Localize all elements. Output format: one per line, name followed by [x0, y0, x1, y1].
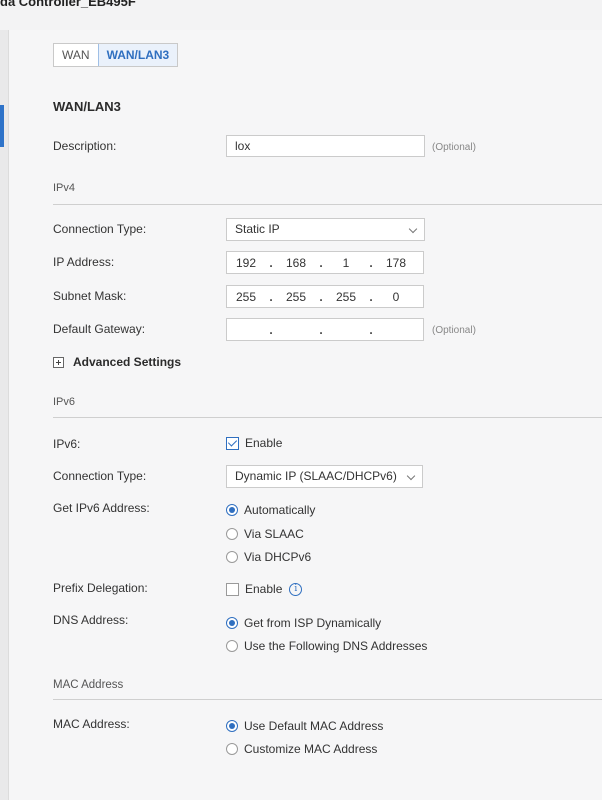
get-ipv6-option-automatically[interactable]: Automatically [226, 503, 315, 517]
prefix-delegation-label: Prefix Delegation: [53, 581, 148, 595]
chevron-down-icon [408, 224, 418, 234]
ipv6-enable-checkbox-label: Enable [245, 436, 283, 450]
dot-separator: . [269, 289, 273, 304]
ip-address-octet-3[interactable]: 1 [327, 256, 365, 270]
ipv6-connection-type-value: Dynamic IP (SLAAC/DHCPv6) [235, 469, 397, 483]
advanced-settings-label: Advanced Settings [73, 355, 182, 369]
radio-unselected-icon [226, 551, 238, 563]
dot-separator: . [369, 322, 373, 337]
default-gateway-input: . . . [226, 318, 424, 341]
subnet-mask-octet-2[interactable]: 255 [277, 290, 315, 304]
mac-option-label: Customize MAC Address [244, 742, 378, 756]
mac-address-label: MAC Address: [53, 717, 130, 731]
radio-unselected-icon [226, 528, 238, 540]
ipv6-connection-type-label: Connection Type: [53, 469, 147, 483]
dot-separator: . [269, 322, 273, 337]
checkbox-checked-icon [226, 436, 239, 450]
window-title: da Controller_EB495F [0, 0, 136, 9]
ipv6-enable-checkbox[interactable]: Enable [226, 436, 282, 450]
description-optional-hint: (Optional) [432, 142, 476, 153]
dns-option-isp-dynamic[interactable]: Get from ISP Dynamically [226, 616, 381, 630]
checkbox-unchecked-icon [226, 582, 239, 596]
section-title: WAN/LAN3 [53, 99, 121, 114]
dns-option-label: Get from ISP Dynamically [244, 616, 382, 630]
ipv6-divider [53, 417, 602, 418]
dns-option-label: Use the Following DNS Addresses [244, 639, 428, 653]
dot-separator: . [369, 289, 373, 304]
chevron-down-icon [406, 471, 416, 481]
dot-separator: . [319, 255, 323, 270]
description-label: Description: [53, 139, 117, 153]
advanced-settings-toggle[interactable]: Advanced Settings [53, 355, 181, 369]
mac-option-label: Use Default MAC Address [244, 719, 384, 733]
ip-address-octet-1[interactable]: 192 [227, 256, 265, 270]
radio-unselected-icon [226, 743, 238, 755]
subnet-mask-octet-4[interactable]: 0 [377, 290, 415, 304]
dns-option-manual[interactable]: Use the Following DNS Addresses [226, 639, 427, 653]
radio-unselected-icon [226, 640, 238, 652]
description-input[interactable]: lox [226, 135, 425, 157]
prefix-delegation-checkbox-label: Enable [245, 582, 283, 596]
dot-separator: . [319, 289, 323, 304]
get-ipv6-address-label: Get IPv6 Address: [53, 501, 150, 515]
get-ipv6-option-label: Via SLAAC [244, 527, 304, 541]
ipv6-group-label: IPv6 [53, 396, 76, 408]
ipv4-group-label: IPv4 [53, 182, 76, 194]
get-ipv6-option-slaac[interactable]: Via SLAAC [226, 527, 304, 541]
mac-divider [53, 699, 602, 700]
mac-option-default[interactable]: Use Default MAC Address [226, 719, 383, 733]
radio-selected-icon [226, 504, 238, 516]
subnet-mask-octet-1[interactable]: 255 [227, 290, 265, 304]
default-gateway-optional-hint: (Optional) [432, 325, 476, 336]
dot-separator: . [369, 255, 373, 270]
ip-address-input: 192. 168. 1. 178 [226, 251, 424, 274]
ipv4-connection-type-select[interactable]: Static IP [226, 218, 425, 241]
get-ipv6-option-label: Automatically [244, 503, 316, 517]
dot-separator: . [319, 322, 323, 337]
expand-plus-icon [53, 356, 64, 368]
tab-wan[interactable]: WAN [54, 44, 98, 66]
ipv4-connection-type-label: Connection Type: [53, 222, 147, 236]
ipv6-enable-label: IPv6: [53, 437, 81, 451]
subnet-mask-octet-3[interactable]: 255 [327, 290, 365, 304]
dot-separator: . [269, 255, 273, 270]
port-tabs: WAN WAN/LAN3 [53, 43, 179, 67]
radio-selected-icon [226, 617, 238, 629]
radio-selected-icon [226, 720, 238, 732]
get-ipv6-option-dhcpv6[interactable]: Via DHCPv6 [226, 550, 311, 564]
default-gateway-label: Default Gateway: [53, 322, 146, 336]
ipv4-divider [53, 204, 602, 205]
subnet-mask-input: 255. 255. 255. 0 [226, 285, 424, 308]
get-ipv6-option-label: Via DHCPv6 [244, 550, 312, 564]
subnet-mask-label: Subnet Mask: [53, 289, 127, 303]
nav-active-indicator [0, 105, 4, 147]
ipv4-connection-type-value: Static IP [235, 222, 280, 236]
dns-address-label: DNS Address: [53, 613, 129, 627]
ip-address-octet-4[interactable]: 178 [377, 256, 415, 270]
ipv6-connection-type-select[interactable]: Dynamic IP (SLAAC/DHCPv6) [226, 465, 423, 488]
info-icon[interactable]: i [289, 582, 303, 596]
mac-group-label: MAC Address [53, 679, 124, 691]
mac-option-customize[interactable]: Customize MAC Address [226, 742, 377, 756]
prefix-delegation-checkbox[interactable]: Enable i [226, 582, 303, 596]
tab-wan-lan3[interactable]: WAN/LAN3 [97, 44, 178, 66]
ip-address-octet-2[interactable]: 168 [277, 256, 315, 270]
ip-address-label: IP Address: [53, 255, 115, 269]
